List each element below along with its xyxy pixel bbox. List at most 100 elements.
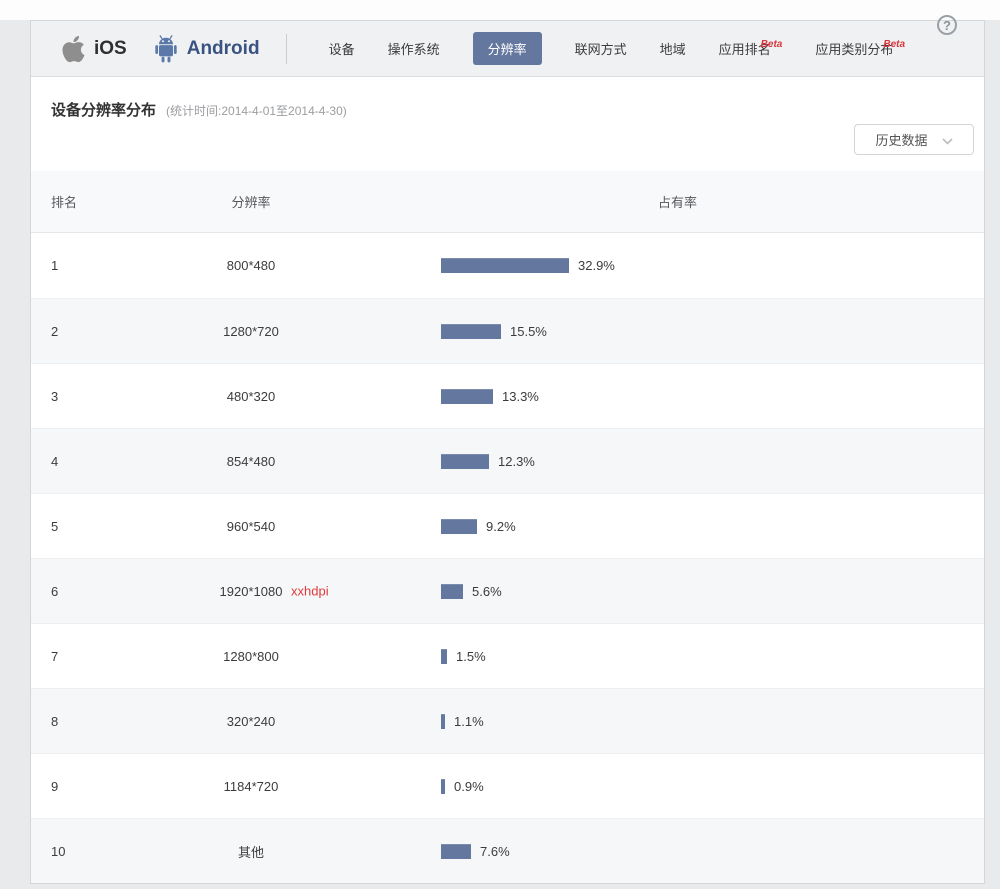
nav-item-label: 应用类别分布 — [815, 42, 893, 57]
share-bar — [441, 779, 445, 794]
share-value: 5.6% — [472, 584, 502, 599]
share-bar — [441, 389, 493, 404]
rank-cell: 3 — [31, 389, 131, 404]
share-cell: 5.6% — [371, 584, 984, 599]
platform-tab-android[interactable]: Android — [153, 35, 260, 63]
share-cell: 1.1% — [371, 714, 984, 729]
resolution-value: 其他 — [238, 845, 264, 860]
share-value: 9.2% — [486, 519, 516, 534]
share-cell: 32.9% — [371, 258, 984, 273]
top-navbar: iOS — [31, 21, 984, 77]
share-bar — [441, 714, 445, 729]
table-row: 3 480*320 13.3% — [31, 363, 984, 428]
chevron-down-icon — [942, 133, 953, 148]
page-top-strip — [0, 0, 1000, 20]
resolution-cell: 480*320 — [131, 389, 371, 404]
resolution-value: 480*320 — [227, 389, 275, 404]
share-value: 13.3% — [502, 389, 539, 404]
table-row: 7 1280*800 1.5% — [31, 623, 984, 688]
analytics-panel: iOS — [30, 20, 985, 884]
history-data-dropdown[interactable]: 历史数据 — [854, 124, 974, 155]
nav-item[interactable]: 应用排名Beta — [719, 39, 783, 58]
resolution-cell: 854*480 — [131, 454, 371, 469]
beta-badge: Beta — [761, 39, 783, 50]
share-cell: 12.3% — [371, 454, 984, 469]
rank-cell: 4 — [31, 454, 131, 469]
share-value: 15.5% — [510, 324, 547, 339]
share-bar — [441, 584, 463, 599]
resolution-value: 854*480 — [227, 454, 275, 469]
stat-period: (统计时间:2014-4-01至2014-4-30) — [166, 102, 347, 119]
resolution-cell: 800*480 — [131, 258, 371, 273]
table-header-row: 排名 分辨率 占有率 — [31, 171, 984, 233]
share-value: 12.3% — [498, 454, 535, 469]
share-cell: 9.2% — [371, 519, 984, 534]
share-bar — [441, 258, 569, 273]
resolution-cell: 1280*720 — [131, 324, 371, 339]
resolution-value: 1280*800 — [223, 649, 279, 664]
share-value: 0.9% — [454, 779, 484, 794]
rank-cell: 6 — [31, 584, 131, 599]
rank-cell: 1 — [31, 258, 131, 273]
nav-menu: 设备 操作系统 分辨率 联网方式 地域 应用排名Beta 应用类别分布Beta — [329, 32, 938, 65]
share-bar — [441, 649, 447, 664]
resolution-value: 1184*720 — [224, 779, 279, 794]
table-row: 4 854*480 12.3% — [31, 428, 984, 493]
platform-label-android: Android — [187, 38, 260, 60]
resolution-cell: 1280*800 — [131, 649, 371, 664]
resolution-cell: 其他 — [131, 842, 371, 861]
share-cell: 7.6% — [371, 844, 984, 859]
table-row: 5 960*540 9.2% — [31, 493, 984, 558]
table-row: 6 1920*1080 xxhdpi 5.6% — [31, 558, 984, 623]
nav-item[interactable]: 设备 — [329, 39, 355, 58]
column-header-resolution: 分辨率 — [131, 192, 371, 211]
share-value: 7.6% — [480, 844, 510, 859]
rank-cell: 7 — [31, 649, 131, 664]
rank-cell: 9 — [31, 779, 131, 794]
share-bar — [441, 454, 489, 469]
dropdown-value: 历史数据 — [875, 130, 927, 149]
resolution-value: 1280*720 — [223, 324, 279, 339]
rank-cell: 2 — [31, 324, 131, 339]
table-row: 10 其他 7.6% — [31, 818, 984, 883]
share-value: 32.9% — [578, 258, 615, 273]
share-value: 1.5% — [456, 649, 486, 664]
nav-item[interactable]: 应用类别分布Beta — [815, 39, 905, 58]
dpi-tag: xxhdpi — [291, 584, 329, 599]
rank-cell: 8 — [31, 714, 131, 729]
share-cell: 0.9% — [371, 779, 984, 794]
table-row: 8 320*240 1.1% — [31, 688, 984, 753]
nav-item[interactable]: 操作系统 — [388, 39, 440, 58]
nav-item[interactable]: 联网方式 — [575, 39, 627, 58]
rank-cell: 5 — [31, 519, 131, 534]
resolution-cell: 320*240 — [131, 714, 371, 729]
share-bar — [441, 844, 471, 859]
resolution-value: 1920*1080 — [220, 584, 283, 599]
share-cell: 15.5% — [371, 324, 984, 339]
resolution-value: 960*540 — [227, 519, 275, 534]
share-bar — [441, 324, 501, 339]
apple-icon — [61, 34, 86, 64]
nav-item[interactable]: 地域 — [660, 39, 686, 58]
nav-item-label: 地域 — [660, 42, 686, 57]
resolution-value: 320*240 — [227, 714, 275, 729]
platform-tab-ios[interactable]: iOS — [61, 34, 127, 64]
page-title: 设备分辨率分布 — [51, 99, 156, 120]
resolution-value: 800*480 — [227, 258, 275, 273]
share-cell: 1.5% — [371, 649, 984, 664]
section-header: 设备分辨率分布 (统计时间:2014-4-01至2014-4-30) 历史数据 — [31, 77, 984, 171]
nav-item-label: 设备 — [329, 42, 355, 57]
help-icon[interactable]: ? — [937, 15, 957, 35]
nav-item[interactable]: 分辨率 — [473, 32, 542, 65]
share-bar — [441, 519, 477, 534]
resolution-cell: 1184*720 — [131, 779, 371, 794]
platform-label-ios: iOS — [94, 38, 127, 60]
table-row: 9 1184*720 0.9% — [31, 753, 984, 818]
navbar-divider — [286, 34, 287, 64]
share-cell: 13.3% — [371, 389, 984, 404]
column-header-share: 占有率 — [371, 192, 984, 211]
resolution-table-body: 1 800*480 32.9% 2 1280*720 15.5% 3 480*3… — [31, 233, 984, 883]
share-value: 1.1% — [454, 714, 484, 729]
beta-badge: Beta — [883, 39, 905, 50]
android-icon — [153, 35, 179, 63]
